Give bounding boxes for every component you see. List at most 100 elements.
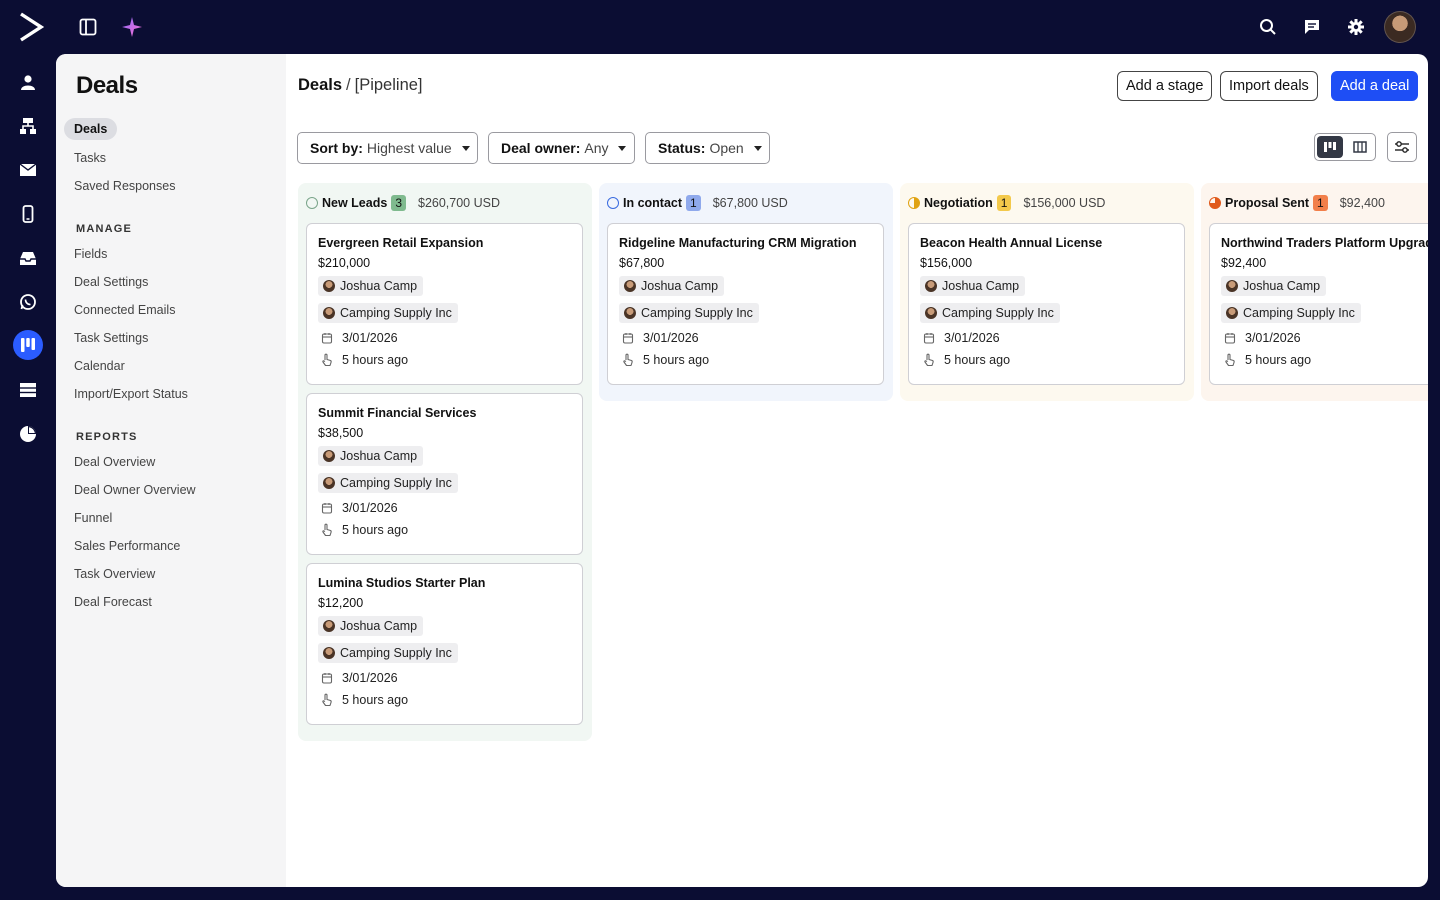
subnav-item-funnel[interactable]: Funnel — [74, 507, 112, 529]
calendar-icon — [922, 331, 936, 345]
company-name: Camping Supply Inc — [641, 306, 753, 320]
status-dropdown[interactable]: Status: Open — [645, 132, 770, 164]
stage-column: Negotiation 1 $156,000 USD Beacon Health… — [900, 183, 1194, 401]
stage-total: $260,700 USD — [418, 196, 501, 210]
subnav-item-deal-forecast[interactable]: Deal Forecast — [74, 591, 152, 613]
sidebar-toggle-icon[interactable] — [77, 16, 99, 38]
subnav-item-fields[interactable]: Fields — [74, 243, 107, 265]
company-chip[interactable]: Camping Supply Inc — [318, 303, 458, 323]
avatar — [925, 307, 937, 319]
company-chip[interactable]: Camping Supply Inc — [318, 473, 458, 493]
add-stage-button[interactable]: Add a stage — [1117, 71, 1213, 101]
owner-chip[interactable]: Joshua Camp — [318, 616, 424, 636]
deal-title[interactable]: Ridgeline Manufacturing CRM Migration — [619, 236, 872, 250]
search-icon[interactable] — [1257, 16, 1279, 38]
subnav-item-calendar[interactable]: Calendar — [74, 355, 125, 377]
stage-name[interactable]: Negotiation — [924, 196, 993, 210]
deal-activity-row: 5 hours ago — [1221, 350, 1428, 370]
add-deal-button[interactable]: Add a deal — [1331, 71, 1419, 101]
company-chip[interactable]: Camping Supply Inc — [920, 303, 1060, 323]
table-view-icon[interactable] — [1347, 136, 1373, 158]
subnav-title: Deals — [76, 72, 138, 99]
deal-card[interactable]: Evergreen Retail Expansion $210,000 Josh… — [306, 223, 583, 385]
chat-icon[interactable] — [1301, 16, 1323, 38]
deals-icon[interactable] — [13, 330, 43, 360]
stage-name[interactable]: Proposal Sent — [1225, 196, 1309, 210]
deal-card[interactable]: Lumina Studios Starter Plan $12,200 Josh… — [306, 563, 583, 725]
import-deals-button[interactable]: Import deals — [1220, 71, 1318, 101]
deal-date-row: 3/01/2026 — [318, 498, 571, 518]
owner-chip[interactable]: Joshua Camp — [920, 276, 1026, 296]
owner-chip[interactable]: Joshua Camp — [1221, 276, 1327, 296]
owner-chip[interactable]: Joshua Camp — [318, 276, 424, 296]
subnav-item-sales-performance[interactable]: Sales Performance — [74, 535, 180, 557]
breadcrumb-root[interactable]: Deals — [298, 76, 342, 94]
subnav-item-task-settings[interactable]: Task Settings — [74, 327, 148, 349]
deal-owner-dropdown[interactable]: Deal owner: Any — [488, 132, 635, 164]
avatar — [1226, 307, 1238, 319]
sort-by-label: Sort by: — [310, 140, 363, 156]
deal-title[interactable]: Lumina Studios Starter Plan — [318, 576, 571, 590]
deal-activity-row: 5 hours ago — [619, 350, 872, 370]
avatar — [624, 307, 636, 319]
stage-count-badge: 1 — [686, 195, 701, 211]
pointer-icon — [320, 523, 334, 537]
stage-header: Negotiation 1 $156,000 USD — [908, 183, 1186, 223]
contacts-icon[interactable] — [14, 68, 42, 96]
whatsapp-icon[interactable] — [14, 288, 42, 316]
deal-card[interactable]: Beacon Health Annual License $156,000 Jo… — [908, 223, 1185, 385]
deal-last-activity: 5 hours ago — [1245, 353, 1312, 367]
mobile-icon[interactable] — [14, 200, 42, 228]
subnav-item-deals[interactable]: Deals — [64, 118, 118, 140]
gear-icon[interactable] — [1345, 16, 1367, 38]
org-chart-icon[interactable] — [14, 112, 42, 140]
deal-last-activity: 5 hours ago — [342, 523, 409, 537]
subnav-item-import-export-status[interactable]: Import/Export Status — [74, 383, 188, 405]
stage-name[interactable]: In contact — [623, 196, 682, 210]
sort-by-dropdown[interactable]: Sort by: Highest value — [297, 132, 478, 164]
stage-status-icon — [607, 197, 619, 209]
subnav-item-task-overview[interactable]: Task Overview — [74, 563, 155, 585]
pie-chart-icon[interactable] — [14, 420, 42, 448]
deal-title[interactable]: Evergreen Retail Expansion — [318, 236, 571, 250]
deal-title[interactable]: Northwind Traders Platform Upgrade — [1221, 236, 1428, 250]
kanban-view-icon[interactable] — [1317, 136, 1343, 158]
company-chip[interactable]: Camping Supply Inc — [619, 303, 759, 323]
deal-card[interactable]: Northwind Traders Platform Upgrade $92,4… — [1209, 223, 1428, 385]
mail-icon[interactable] — [14, 156, 42, 184]
company-name: Camping Supply Inc — [1243, 306, 1355, 320]
inbox-icon[interactable] — [14, 244, 42, 272]
avatar[interactable] — [1384, 11, 1416, 43]
subnav-item-deal-overview[interactable]: Deal Overview — [74, 451, 155, 473]
subnav-item-connected-emails[interactable]: Connected Emails — [74, 299, 175, 321]
deal-title[interactable]: Beacon Health Annual License — [920, 236, 1173, 250]
owner-name: Joshua Camp — [641, 279, 719, 293]
table-icon[interactable] — [14, 376, 42, 404]
main-panel: Deals Deals Tasks Saved Responses MANAGE… — [56, 54, 1428, 887]
deal-card[interactable]: Ridgeline Manufacturing CRM Migration $6… — [607, 223, 884, 385]
stage-header: In contact 1 $67,800 USD — [607, 183, 885, 223]
sort-by-value: Highest value — [366, 140, 452, 156]
chevron-down-icon — [461, 145, 470, 151]
view-toggle — [1314, 133, 1376, 161]
avatar — [1226, 280, 1238, 292]
avatar — [323, 647, 335, 659]
subnav-item-saved-responses[interactable]: Saved Responses — [74, 175, 175, 197]
company-chip[interactable]: Camping Supply Inc — [318, 643, 458, 663]
stage-name[interactable]: New Leads — [322, 196, 387, 210]
owner-chip[interactable]: Joshua Camp — [318, 446, 424, 466]
logo-icon[interactable] — [18, 12, 45, 42]
owner-chip[interactable]: Joshua Camp — [619, 276, 725, 296]
deal-last-activity: 5 hours ago — [342, 353, 409, 367]
subnav-item-deal-owner-overview[interactable]: Deal Owner Overview — [74, 479, 196, 501]
subnav-item-tasks[interactable]: Tasks — [74, 147, 106, 169]
sliders-icon[interactable] — [1387, 132, 1417, 162]
stage-column: Proposal Sent 1 $92,400 Northwind Trader… — [1201, 183, 1428, 401]
sparkle-icon[interactable] — [121, 16, 143, 38]
owner-name: Joshua Camp — [340, 279, 418, 293]
subnav-item-deal-settings[interactable]: Deal Settings — [74, 271, 148, 293]
deal-title[interactable]: Summit Financial Services — [318, 406, 571, 420]
chevron-down-icon — [753, 145, 762, 151]
company-chip[interactable]: Camping Supply Inc — [1221, 303, 1361, 323]
deal-card[interactable]: Summit Financial Services $38,500 Joshua… — [306, 393, 583, 555]
